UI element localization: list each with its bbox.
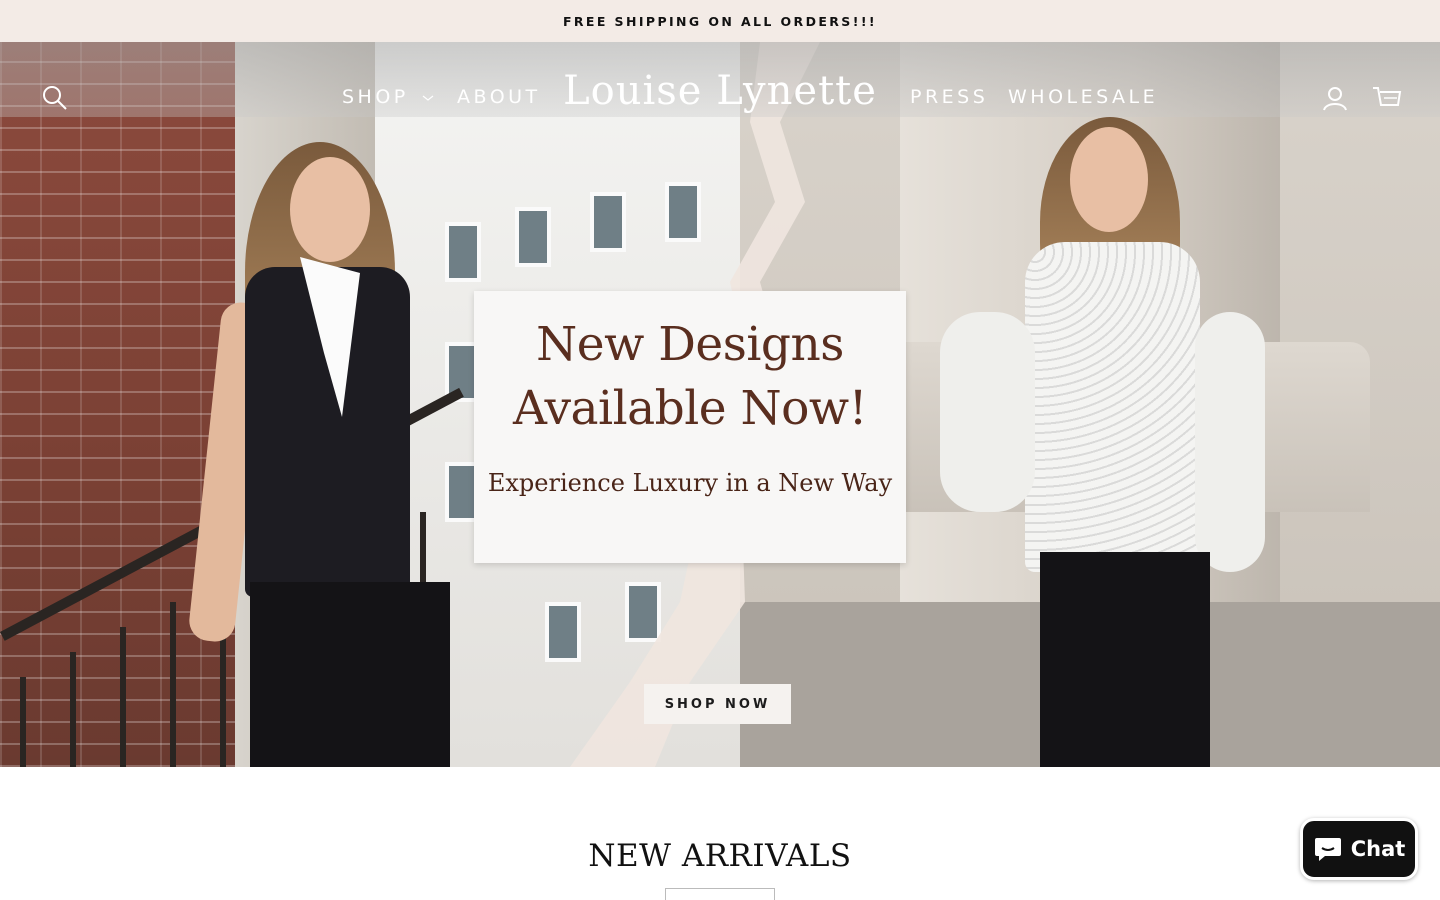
nav-wholesale[interactable]: WHOLESALE xyxy=(1008,86,1158,108)
section-divider xyxy=(665,888,775,900)
chat-bubble-icon xyxy=(1314,838,1341,861)
nav-press[interactable]: PRESS xyxy=(910,86,988,108)
announcement-text: FREE SHIPPING ON ALL ORDERS!!! xyxy=(562,13,878,29)
section-title-new-arrivals: NEW ARRIVALS xyxy=(588,838,852,874)
hero-banner[interactable]: New Designs Available Now! Experience Lu… xyxy=(0,42,1440,767)
chat-button[interactable]: Chat xyxy=(1300,818,1418,880)
announcement-bar: FREE SHIPPING ON ALL ORDERS!!! xyxy=(0,0,1440,42)
chat-label: Chat xyxy=(1350,837,1406,861)
promo-subheadline: Experience Luxury in a New Way xyxy=(487,469,893,497)
shop-now-button[interactable]: SHOP NOW xyxy=(644,684,791,724)
nav-shop-label: SHOP xyxy=(342,86,409,108)
promo-card: New Designs Available Now! Experience Lu… xyxy=(474,291,906,563)
search-icon[interactable] xyxy=(41,84,69,112)
cart-icon[interactable] xyxy=(1372,84,1402,112)
account-icon[interactable] xyxy=(1321,84,1349,112)
promo-headline-line2: Available Now! xyxy=(512,381,868,436)
nav-about[interactable]: ABOUT xyxy=(457,86,541,108)
brand-logo[interactable]: Louise Lynette xyxy=(560,68,880,114)
nav-shop[interactable]: SHOP xyxy=(342,86,434,108)
chevron-down-icon xyxy=(422,95,434,101)
promo-headline-line1: New Designs xyxy=(536,317,844,372)
